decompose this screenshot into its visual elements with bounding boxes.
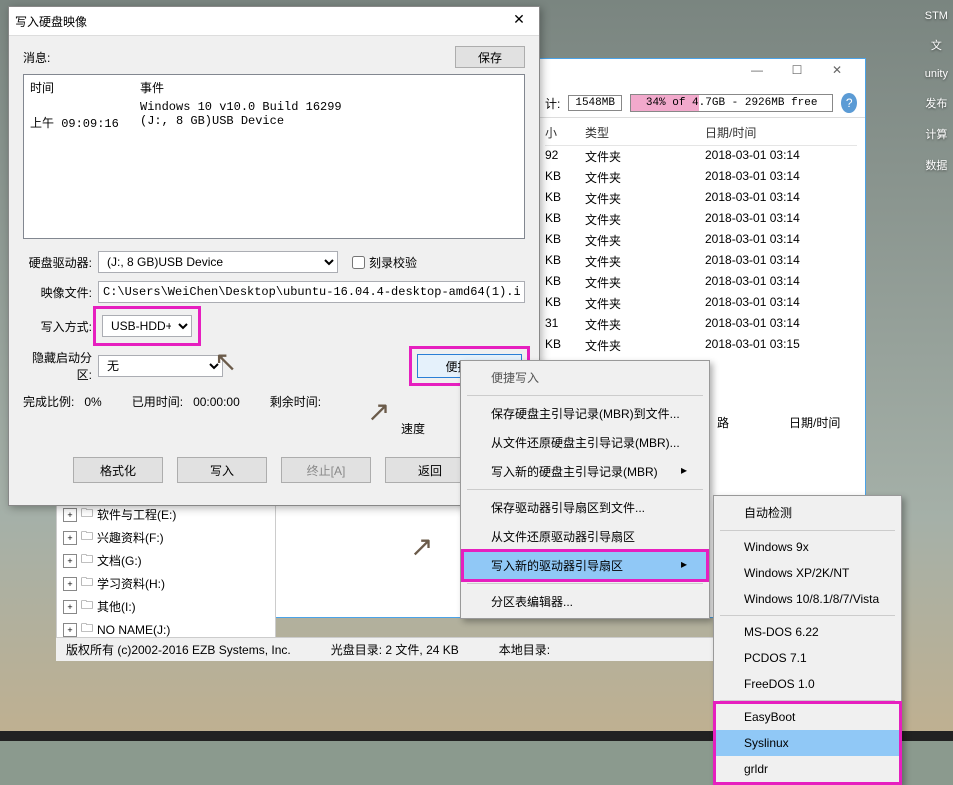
menu-partition-editor[interactable]: 分区表编辑器...	[463, 587, 707, 616]
file-row[interactable]: 92文件夹2018-03-01 03:14	[545, 146, 857, 167]
maximize-icon[interactable]: ☐	[777, 63, 817, 85]
tree-item[interactable]: +🗀其他(I:)	[63, 595, 269, 618]
drive-select[interactable]: (J:, 8 GB)USB Device	[98, 251, 338, 273]
menu-write-mbr[interactable]: 写入新的硬盘主引导记录(MBR)▸	[463, 457, 707, 486]
elapsed-value: 00:00:00	[193, 395, 240, 409]
submenu-win9x[interactable]: Windows 9x	[716, 534, 899, 560]
file-list: 小 类型 日期/时间 92文件夹2018-03-01 03:14KB文件夹201…	[537, 118, 865, 358]
menu-restore-bootsector[interactable]: 从文件还原驱动器引导扇区	[463, 522, 707, 551]
submenu-win10[interactable]: Windows 10/8.1/8/7/Vista	[716, 586, 899, 612]
file-row[interactable]: KB文件夹2018-03-01 03:14	[545, 272, 857, 293]
menu-save-mbr[interactable]: 保存硬盘主引导记录(MBR)到文件...	[463, 399, 707, 428]
desktop-icon[interactable]: 发布	[925, 95, 948, 111]
quick-boot-menu: 便捷写入 保存硬盘主引导记录(MBR)到文件... 从文件还原硬盘主引导记录(M…	[460, 360, 710, 619]
hidden-partition-select[interactable]: 无	[98, 355, 223, 377]
method-label: 写入方式:	[23, 318, 98, 335]
submenu-syslinux[interactable]: Syslinux	[716, 730, 899, 756]
folder-icon: 🗀	[81, 550, 93, 571]
file-row[interactable]: KB文件夹2018-03-01 03:14	[545, 167, 857, 188]
desktop-icon[interactable]: 计算	[925, 126, 948, 142]
submenu-freedos[interactable]: FreeDOS 1.0	[716, 671, 899, 697]
expand-icon[interactable]: +	[63, 623, 77, 637]
arrow-icon: ↗	[367, 395, 390, 428]
path-col[interactable]: 路	[717, 414, 729, 431]
file-row[interactable]: KB文件夹2018-03-01 03:14	[545, 209, 857, 230]
close-icon[interactable]: ✕	[817, 63, 857, 85]
total-size-box: 1548MB	[568, 95, 622, 111]
submenu-pcdos[interactable]: PCDOS 7.1	[716, 645, 899, 671]
file-row[interactable]: KB文件夹2018-03-01 03:14	[545, 188, 857, 209]
help-icon[interactable]: ?	[841, 93, 857, 113]
elapsed-label: 已用时间:	[132, 395, 183, 409]
image-label: 映像文件:	[23, 284, 98, 301]
tree-item[interactable]: +🗀软件与工程(E:)	[63, 503, 269, 526]
tree-pane: +🗀软件与工程(E:)+🗀兴趣资料(F:)+🗀文档(G:)+🗀学习资料(H:)+…	[56, 500, 276, 644]
submenu-easyboot[interactable]: EasyBoot	[716, 704, 899, 730]
file-row[interactable]: 31文件夹2018-03-01 03:14	[545, 314, 857, 335]
total-label: 计:	[545, 95, 560, 112]
submenu-msdos[interactable]: MS-DOS 6.22	[716, 619, 899, 645]
desktop-icon[interactable]: 文	[925, 37, 948, 53]
file-row[interactable]: KB文件夹2018-03-01 03:14	[545, 293, 857, 314]
message-label: 消息:	[23, 49, 50, 66]
write-method-select[interactable]: USB-HDD+	[102, 315, 192, 337]
date-col[interactable]: 日期/时间	[789, 414, 840, 431]
arrow-icon: ↖	[214, 345, 237, 378]
abort-button[interactable]: 终止[A]	[281, 457, 371, 483]
hidden-label: 隐藏启动分区:	[23, 349, 98, 383]
tree-item[interactable]: +🗀学习资料(H:)	[63, 572, 269, 595]
folder-icon: 🗀	[81, 504, 93, 525]
col-type[interactable]: 类型	[585, 124, 705, 141]
desktop-icon[interactable]: STM	[925, 10, 948, 22]
desktop-icon[interactable]: 数据	[925, 157, 948, 173]
submenu-auto[interactable]: 自动检测	[716, 498, 899, 527]
expand-icon[interactable]: +	[63, 600, 77, 614]
menu-write-bootsector[interactable]: 写入新的驱动器引导扇区▸	[463, 551, 707, 580]
tree-item[interactable]: +🗀文档(G:)	[63, 549, 269, 572]
speed-label: 速度	[23, 420, 525, 437]
menu-restore-mbr[interactable]: 从文件还原硬盘主引导记录(MBR)...	[463, 428, 707, 457]
col-size[interactable]: 小	[545, 124, 585, 141]
tree-item[interactable]: +🗀兴趣资料(F:)	[63, 526, 269, 549]
file-row[interactable]: KB文件夹2018-03-01 03:15	[545, 335, 857, 356]
format-button[interactable]: 格式化	[73, 457, 163, 483]
local-dir: 本地目录:	[499, 641, 550, 658]
log-box: 时间 事件 Windows 10 v10.0 Build 16299 上午 09…	[23, 74, 525, 239]
col-date[interactable]: 日期/时间	[705, 124, 855, 141]
expand-icon[interactable]: +	[63, 531, 77, 545]
folder-icon: 🗀	[81, 527, 93, 548]
expand-icon[interactable]: +	[63, 508, 77, 522]
remain-label: 剩余时间:	[270, 393, 321, 410]
desktop-icons: STM 文 unity 发布 计算 数据	[925, 10, 948, 188]
menu-header: 便捷写入	[463, 363, 707, 392]
log-time-header: 时间	[30, 79, 140, 96]
close-icon[interactable]: ✕	[505, 11, 533, 31]
save-button[interactable]: 保存	[455, 46, 525, 68]
desktop-icon[interactable]: unity	[925, 68, 948, 80]
bootsector-submenu: 自动检测 Windows 9x Windows XP/2K/NT Windows…	[713, 495, 902, 785]
file-row[interactable]: KB文件夹2018-03-01 03:14	[545, 230, 857, 251]
arrow-icon: ↗	[410, 530, 433, 563]
disc-info: 光盘目录: 2 文件, 24 KB	[331, 641, 459, 658]
folder-icon: 🗀	[81, 573, 93, 594]
image-path-input[interactable]	[98, 281, 525, 303]
menu-save-bootsector[interactable]: 保存驱动器引导扇区到文件...	[463, 493, 707, 522]
expand-icon[interactable]: +	[63, 577, 77, 591]
done-label: 完成比例:	[23, 395, 74, 409]
minimize-icon[interactable]: —	[737, 63, 777, 85]
done-value: 0%	[84, 395, 101, 409]
file-row[interactable]: KB文件夹2018-03-01 03:14	[545, 251, 857, 272]
verify-checkbox[interactable]: 刻录校验	[352, 254, 417, 271]
log-event-header: 事件	[140, 79, 164, 96]
copyright: 版权所有 (c)2002-2016 EZB Systems, Inc.	[66, 641, 291, 658]
dialog-titlebar[interactable]: 写入硬盘映像 ✕	[9, 7, 539, 36]
drive-label: 硬盘驱动器:	[23, 254, 98, 271]
expand-icon[interactable]: +	[63, 554, 77, 568]
submenu-winxp[interactable]: Windows XP/2K/NT	[716, 560, 899, 586]
submenu-grldr[interactable]: grldr	[716, 756, 899, 782]
capacity-bar: 34% of 4.7GB - 2926MB free	[630, 94, 833, 112]
folder-icon: 🗀	[81, 596, 93, 617]
write-button[interactable]: 写入	[177, 457, 267, 483]
dialog-title: 写入硬盘映像	[15, 13, 87, 30]
